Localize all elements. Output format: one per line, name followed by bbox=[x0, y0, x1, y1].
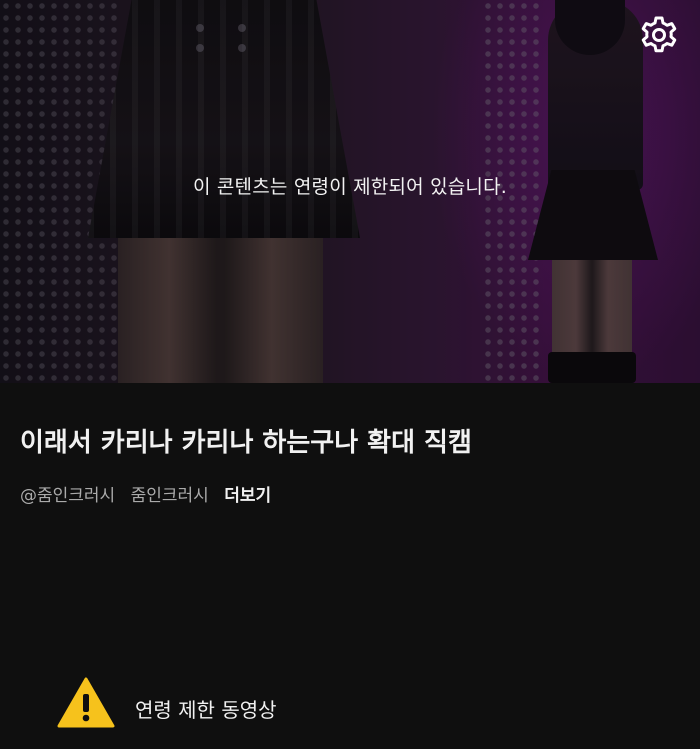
notice-text: 연령 제한 동영상 bbox=[135, 698, 277, 722]
video-player[interactable]: 이 콘텐츠는 연령이 제한되어 있습니다. bbox=[0, 0, 700, 383]
age-restricted-message: 이 콘텐츠는 연령이 제한되어 있습니다. bbox=[192, 176, 508, 198]
channel-handle[interactable]: @줌인크러시 bbox=[20, 486, 115, 506]
settings-button[interactable] bbox=[637, 13, 681, 57]
channel-name[interactable]: 줌인크러시 bbox=[131, 486, 209, 506]
channel-row: @줌인크러시 줌인크러시 더보기 bbox=[20, 481, 281, 506]
more-button[interactable]: 더보기 bbox=[224, 486, 271, 506]
warning-icon bbox=[57, 677, 115, 728]
age-restriction-notice: 연령 제한 동영상 bbox=[0, 660, 700, 749]
gear-icon bbox=[641, 16, 677, 53]
video-title: 이래서 카리나 카리나 하는구나 확대 직캠 bbox=[20, 428, 472, 458]
